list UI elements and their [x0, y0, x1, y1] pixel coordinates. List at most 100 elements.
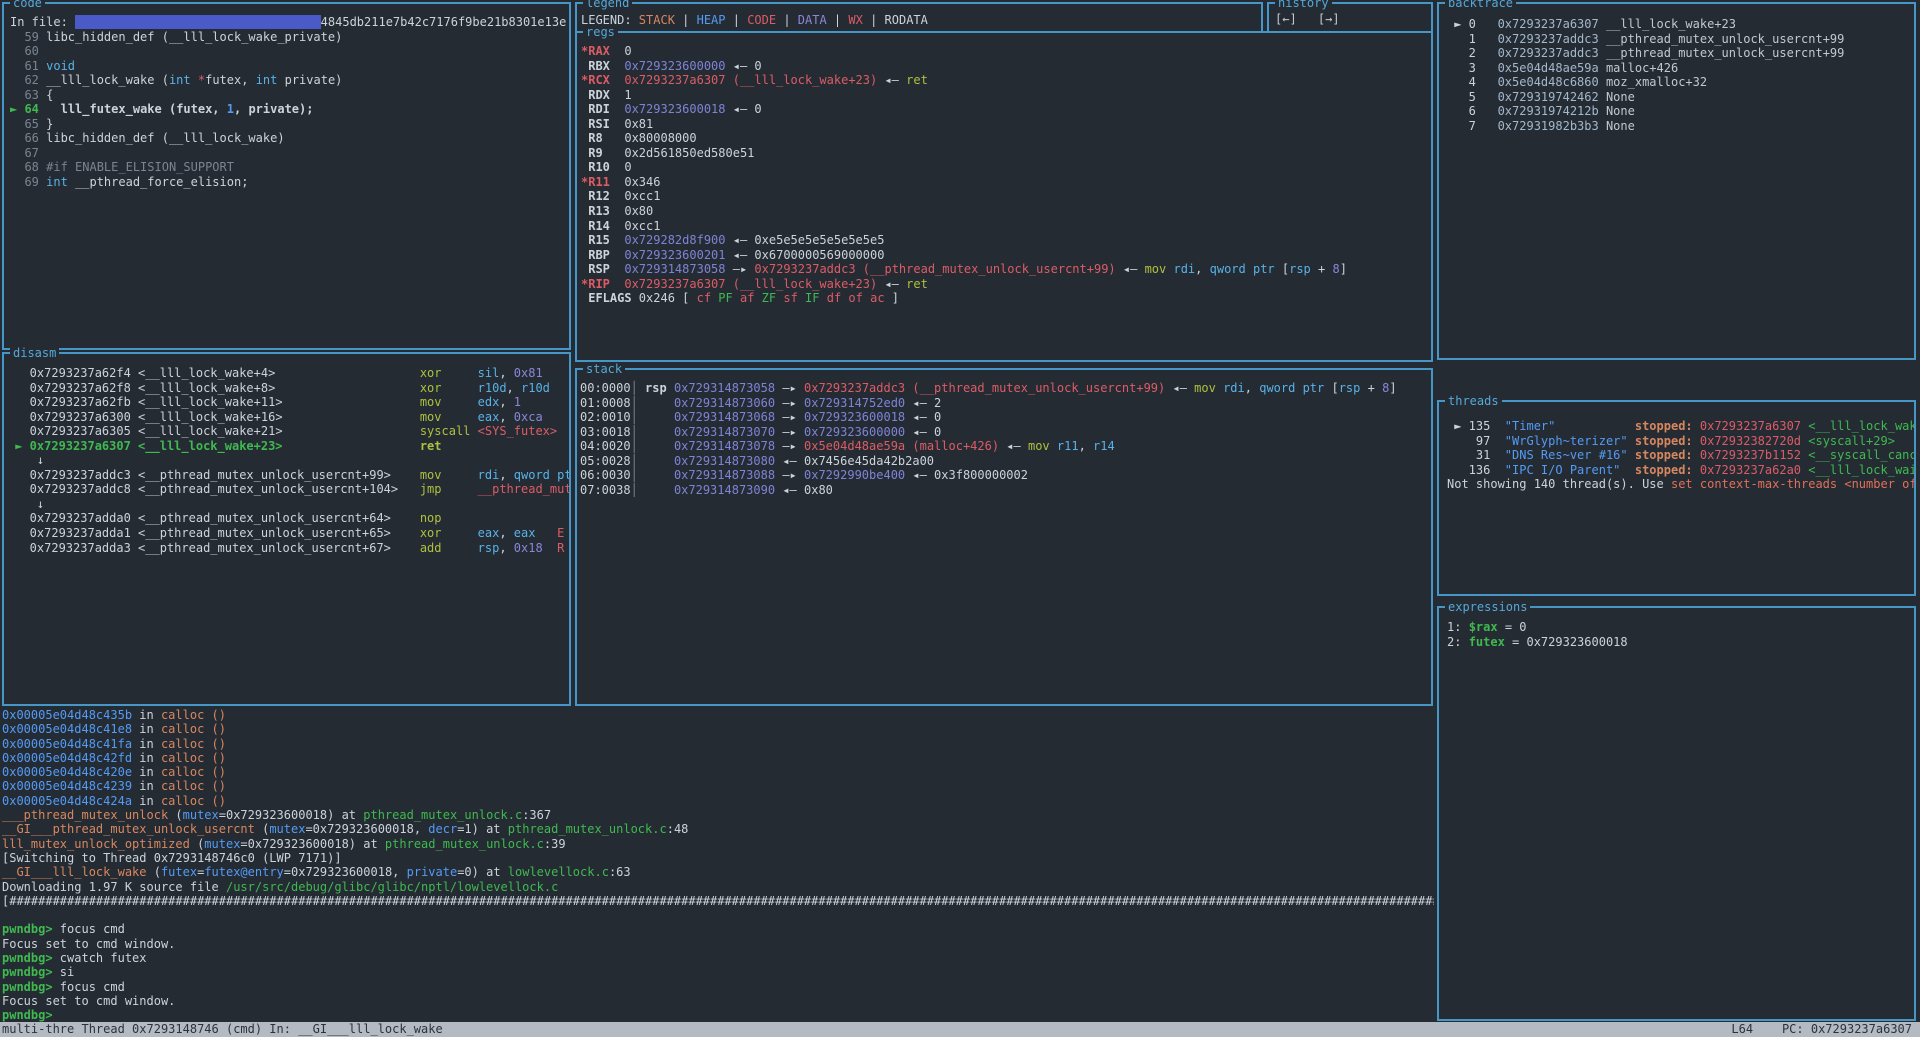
registers-list: *RAX 0 RBX 0x729323600000 ◂— 0*RCX 0x729…: [577, 33, 1431, 360]
text-row: ► 64 lll_futex_wake (futex, 1, private);: [10, 102, 569, 117]
text-row: pwndbg> focus cmd: [2, 980, 1434, 994]
text-row: ► 135 "Timer" stopped: 0x7293237a6307 <_…: [1447, 419, 1914, 434]
text-row: 0x7293237adda1 <__pthread_mutex_unlock_u…: [8, 526, 569, 541]
text-row: 02:0010│ 0x729314873068 —▸ 0x72932360001…: [580, 410, 1431, 425]
text-row: 0x00005e04d48c41e8 in calloc (): [2, 722, 1434, 736]
text-row: lll_mutex_unlock_optimized (mutex=0x7293…: [2, 837, 1434, 851]
text-row: Focus set to cmd window.: [2, 937, 1434, 951]
text-row: 0x00005e04d48c420e in calloc (): [2, 765, 1434, 779]
panel-regs-title: regs: [583, 25, 618, 39]
text-row: RDX 1: [581, 88, 1431, 103]
text-row: R9 0x2d561850ed580e51: [581, 146, 1431, 161]
status-bar: multi-thre Thread 0x7293148746 (cmd) In:…: [0, 1022, 1920, 1037]
text-row: 67: [10, 146, 569, 161]
text-row: 0x7293237addc3 <__pthread_mutex_unlock_u…: [8, 468, 569, 483]
text-row: 0x00005e04d48c435b in calloc (): [2, 708, 1434, 722]
panel-history: history [←] [→]: [1267, 2, 1433, 32]
text-row: EFLAGS 0x246 [ cf PF af ZF sf IF df of a…: [581, 291, 1431, 306]
text-row: *RCX 0x7293237a6307 (__lll_lock_wake+23)…: [581, 73, 1431, 88]
text-row: LEGEND: STACK | HEAP | CODE | DATA | WX …: [581, 13, 1261, 28]
text-row: 0x7293237a6305 <__lll_lock_wake+21> sysc…: [8, 424, 569, 439]
panel-disasm-title: disasm: [10, 346, 59, 360]
text-row: pwndbg> cwatch futex: [2, 951, 1434, 965]
pwndbg-terminal: { "colors":{ "background":"#252b33","pan…: [0, 0, 1920, 1037]
history-forward-button[interactable]: [→]: [1318, 12, 1340, 26]
text-row: Downloading 1.97 K source file /usr/src/…: [2, 880, 1434, 894]
code-source-lines: In file: 4845db211e7b42c7176f9be21b8301e…: [4, 4, 569, 348]
text-row: 5 0x729319742462 None: [1447, 90, 1914, 105]
text-row: 65 }: [10, 117, 569, 132]
panel-expressions-title: expressions: [1445, 600, 1530, 614]
text-row: pwndbg>: [2, 1008, 1434, 1022]
text-row: RBP 0x729323600201 ◂— 0x6700000569000000: [581, 248, 1431, 263]
text-row: 3 0x5e04d48ae59a malloc+426: [1447, 61, 1914, 76]
text-row: *RAX 0: [581, 44, 1431, 59]
text-row: 05:0028│ 0x729314873080 ◂— 0x7456e45da42…: [580, 454, 1431, 469]
text-row: 59 libc_hidden_def (__lll_lock_wake_priv…: [10, 30, 569, 45]
text-row: 0x00005e04d48c424a in calloc (): [2, 794, 1434, 808]
text-row: In file: 4845db211e7b42c7176f9be21b8301e…: [10, 15, 569, 30]
text-row: R14 0xcc1: [581, 219, 1431, 234]
text-row: 01:0008│ 0x729314873060 —▸ 0x729314752ed…: [580, 396, 1431, 411]
panel-stack-title: stack: [583, 362, 625, 376]
text-row: Not showing 140 thread(s). Use set conte…: [1447, 477, 1914, 492]
text-row: 31 "DNS Res~ver #16" stopped: 0x7293237b…: [1447, 448, 1914, 463]
text-row: 1 0x7293237addc3 __pthread_mutex_unlock_…: [1447, 32, 1914, 47]
text-row: 6 0x72931974212b None: [1447, 104, 1914, 119]
threads-list: ► 135 "Timer" stopped: 0x7293237a6307 <_…: [1439, 402, 1914, 594]
text-row: R10 0: [581, 160, 1431, 175]
text-row: 1: $rax = 0: [1447, 620, 1914, 635]
text-row: *R11 0x346: [581, 175, 1431, 190]
backtrace-list: ► 0 0x7293237a6307 __lll_lock_wake+23 1 …: [1439, 4, 1914, 358]
panel-backtrace-title: backtrace: [1445, 0, 1516, 10]
text-row: R12 0xcc1: [581, 189, 1431, 204]
text-row: R13 0x80: [581, 204, 1431, 219]
text-row: 7 0x72931982b3b3 None: [1447, 119, 1914, 134]
expressions-list: 1: $rax = 02: futex = 0x729323600018: [1439, 608, 1914, 1019]
panel-disasm: disasm 0x7293237a62f4 <__lll_lock_wake+4…: [2, 352, 571, 706]
text-row: RSP 0x729314873058 —▸ 0x7293237addc3 (__…: [581, 262, 1431, 277]
text-row: 07:0038│ 0x729314873090 ◂— 0x80: [580, 483, 1431, 498]
text-row: 60: [10, 44, 569, 59]
legend-line: LEGEND: STACK | HEAP | CODE | DATA | WX …: [577, 4, 1261, 32]
disassembly-list: 0x7293237a62f4 <__lll_lock_wake+4> xor s…: [4, 354, 569, 704]
history-back-button[interactable]: [←]: [1275, 12, 1297, 26]
text-row: pwndbg> si: [2, 965, 1434, 979]
stack-list: 00:0000│ rsp 0x729314873058 —▸ 0x7293237…: [577, 370, 1431, 704]
text-row: 69 int __pthread_force_elision;: [10, 175, 569, 190]
text-row: ↓: [8, 497, 569, 512]
panel-regs: regs *RAX 0 RBX 0x729323600000 ◂— 0*RCX …: [575, 31, 1433, 362]
text-row: 06:0030│ 0x729314873088 —▸ 0x7292990be40…: [580, 468, 1431, 483]
text-row: RDI 0x729323600018 ◂— 0: [581, 102, 1431, 117]
text-row: 2 0x7293237addc3 __pthread_mutex_unlock_…: [1447, 46, 1914, 61]
text-row: __GI___lll_lock_wake (futex=futex@entry=…: [2, 865, 1434, 879]
text-row: [2, 908, 1434, 922]
text-row: ► 0 0x7293237a6307 __lll_lock_wake+23: [1447, 17, 1914, 32]
text-row: 0x00005e04d48c42fd in calloc (): [2, 751, 1434, 765]
text-row: ↓: [8, 453, 569, 468]
text-row: 66 libc_hidden_def (__lll_lock_wake): [10, 131, 569, 146]
text-row: 04:0020│ 0x729314873078 —▸ 0x5e04d48ae59…: [580, 439, 1431, 454]
text-row: 62 __lll_lock_wake (int *futex, int priv…: [10, 73, 569, 88]
panel-legend-title: legend: [583, 0, 632, 10]
panel-backtrace: backtrace ► 0 0x7293237a6307 __lll_lock_…: [1437, 2, 1916, 360]
text-row: 0x7293237a62f4 <__lll_lock_wake+4> xor s…: [8, 366, 569, 381]
text-row: 0x7293237adda0 <__pthread_mutex_unlock_u…: [8, 511, 569, 526]
text-row: [Switching to Thread 0x7293148746c0 (LWP…: [2, 851, 1434, 865]
text-row: ► 0x7293237a6307 <__lll_lock_wake+23> re…: [8, 439, 569, 454]
text-row: 03:0018│ 0x729314873070 —▸ 0x72932360000…: [580, 425, 1431, 440]
text-row: 0x7293237a6300 <__lll_lock_wake+16> mov …: [8, 410, 569, 425]
panel-threads: threads ► 135 "Timer" stopped: 0x7293237…: [1437, 400, 1916, 596]
text-row: __GI___pthread_mutex_unlock_usercnt (mut…: [2, 822, 1434, 836]
text-row: 61 void: [10, 59, 569, 74]
text-row: 68 #if ENABLE_ELISION_SUPPORT: [10, 160, 569, 175]
text-row: R15 0x729282d8f900 ◂— 0xe5e5e5e5e5e5e5e5: [581, 233, 1431, 248]
text-row: 136 "IPC I/O Parent" stopped: 0x7293237a…: [1447, 463, 1914, 478]
text-row: Focus set to cmd window.: [2, 994, 1434, 1008]
text-row: 63 {: [10, 88, 569, 103]
panel-legend: legend LEGEND: STACK | HEAP | CODE | DAT…: [575, 2, 1263, 32]
text-row: 0x7293237a62fb <__lll_lock_wake+11> mov …: [8, 395, 569, 410]
command-output[interactable]: 0x00005e04d48c435b in calloc ()0x00005e0…: [2, 708, 1434, 1022]
panel-expressions: expressions 1: $rax = 02: futex = 0x7293…: [1437, 606, 1916, 1021]
text-row: 00:0000│ rsp 0x729314873058 —▸ 0x7293237…: [580, 381, 1431, 396]
